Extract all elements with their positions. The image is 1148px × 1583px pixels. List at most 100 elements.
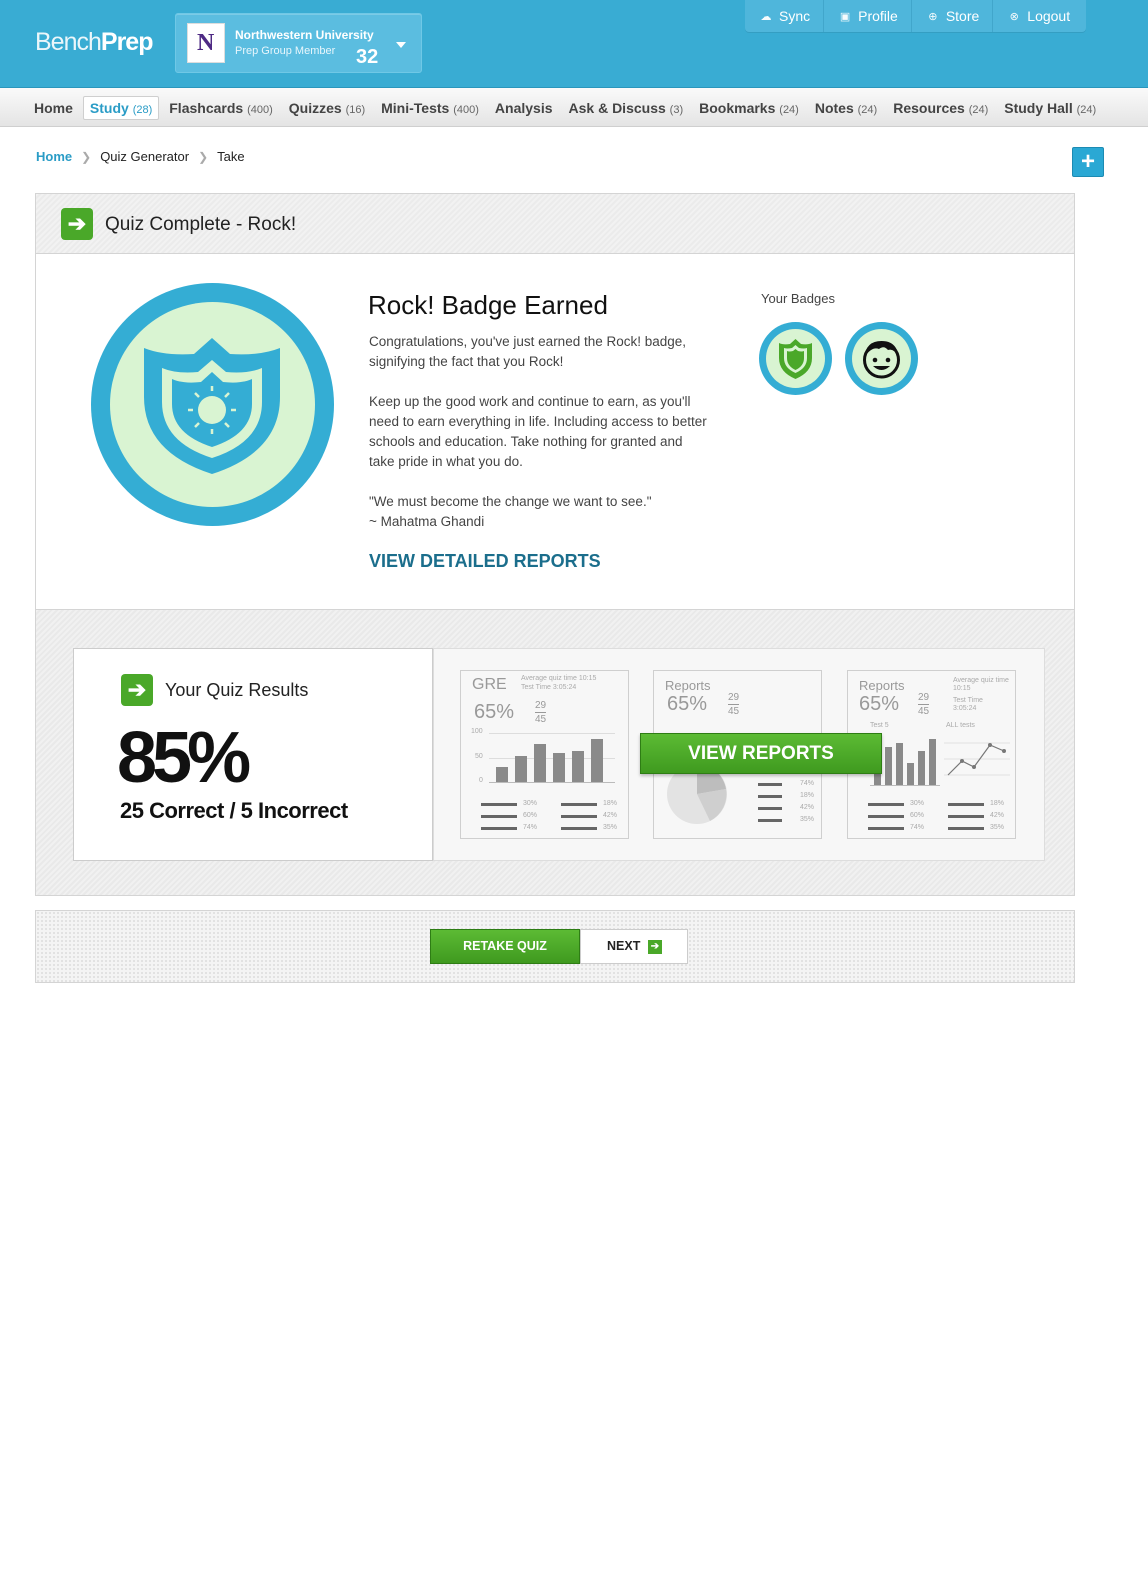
quiz-results-card: ➔ Your Quiz Results 85% 25 Correct / 5 I… <box>73 648 433 861</box>
nav-item-flashcards[interactable]: Flashcards (400) <box>163 97 279 119</box>
stat-bar <box>561 827 597 830</box>
chart-bar <box>553 753 565 782</box>
view-reports-button[interactable]: VIEW REPORTS <box>640 733 882 774</box>
stat-value: 30% <box>910 800 925 807</box>
stat-bar <box>481 815 517 818</box>
report-meta: Test Time 3:05:24 <box>521 684 577 691</box>
report-percent: 65% <box>667 693 708 715</box>
nav-item-study-hall[interactable]: Study Hall (24) <box>998 97 1102 119</box>
stat-value: 35% <box>990 824 1005 831</box>
nav-item-home[interactable]: Home <box>28 97 79 119</box>
report-title: Reports <box>665 678 711 693</box>
stat-bar <box>948 803 984 806</box>
chart-bar <box>885 747 892 785</box>
nav-item-mini-tests[interactable]: Mini-Tests (400) <box>375 97 485 119</box>
view-detailed-reports-link[interactable]: VIEW DETAILED REPORTS <box>369 551 601 572</box>
quiz-complete-panel: ➔ Quiz Complete - Rock! Rock! Badge Earn… <box>35 193 1075 896</box>
badge-quote-author: ~ Mahatma Ghandi <box>369 514 485 529</box>
chevron-down-icon[interactable] <box>396 42 406 48</box>
badge-shield[interactable] <box>759 322 832 395</box>
nav-item-notes[interactable]: Notes (24) <box>809 97 883 119</box>
stat-value: 35% <box>603 824 618 831</box>
nav-item-resources[interactable]: Resources (24) <box>887 97 994 119</box>
breadcrumb-quiz-generator[interactable]: Quiz Generator <box>100 149 189 164</box>
stat-value: 30% <box>523 800 538 807</box>
nav-item-ask-discuss[interactable]: Ask & Discuss (3) <box>563 97 690 119</box>
stat-value: 74% <box>523 824 538 831</box>
stat-bar <box>868 815 904 818</box>
next-button[interactable]: NEXT ➔ <box>580 929 688 964</box>
stat-value: 35% <box>800 816 815 823</box>
stat-value: 42% <box>603 812 618 819</box>
report-fraction: 29 45 <box>728 692 740 717</box>
profile-icon: ▣ <box>839 10 851 23</box>
badge-para-2: Keep up the good work and continue to ea… <box>369 394 707 469</box>
school-role: Prep Group Member <box>235 45 336 57</box>
report-thumbnail-gre: GRE Average quiz time 10:15 Test Time 3:… <box>460 670 629 839</box>
nav-item-analysis[interactable]: Analysis <box>489 97 559 119</box>
breadcrumb-home[interactable]: Home <box>36 149 72 164</box>
stat-value: 60% <box>523 812 538 819</box>
stat-bar <box>758 783 782 786</box>
shield-icon <box>779 339 812 379</box>
badge-description: Congratulations, you've just earned the … <box>369 332 709 532</box>
stat-bar <box>948 815 984 818</box>
header: BenchPrep N Northwestern University Prep… <box>0 0 1148 88</box>
report-fraction: 29 45 <box>535 700 547 725</box>
school-count: 32 <box>356 46 379 68</box>
stat-value: 18% <box>800 792 815 799</box>
badge-para-1: Congratulations, you've just earned the … <box>369 334 687 369</box>
stat-bar <box>758 819 782 822</box>
logout-button[interactable]: ⊗ Logout <box>993 0 1086 32</box>
report-meta: Average quiz time 10:15 <box>953 677 1009 692</box>
axis-tick: 0 <box>479 777 483 784</box>
chart-label: Test 5 <box>870 722 889 729</box>
report-percent: 65% <box>474 701 515 723</box>
school-selector[interactable]: N Northwestern University Prep Group Mem… <box>175 13 422 73</box>
shield-icon <box>144 338 280 474</box>
stat-value: 74% <box>800 780 815 787</box>
nav-item-bookmarks[interactable]: Bookmarks (24) <box>693 97 805 119</box>
breadcrumb-current: Take <box>217 149 245 164</box>
action-bar: RETAKE QUIZ NEXT ➔ <box>35 910 1075 983</box>
axis-tick: 100 <box>471 728 483 735</box>
chevron-right-icon: ❯ <box>81 149 92 164</box>
stat-bar <box>948 827 984 830</box>
report-meta: Average quiz time 10:15 <box>521 675 597 682</box>
chart-bar <box>918 751 925 785</box>
benchprep-logo[interactable]: BenchPrep <box>35 28 153 57</box>
report-title: GRE <box>472 676 507 693</box>
results-percent: 85% <box>117 718 251 798</box>
school-name: Northwestern University <box>235 28 374 42</box>
chevron-right-icon: ❯ <box>198 149 209 164</box>
badge-smiley[interactable] <box>845 322 918 395</box>
results-summary: 25 Correct / 5 Incorrect <box>120 798 348 823</box>
nav-item-quizzes[interactable]: Quizzes (16) <box>283 97 371 119</box>
chart-label: ALL tests <box>946 722 975 729</box>
rock-badge-image <box>91 283 334 526</box>
badge-quote: "We must become the change we want to se… <box>369 494 652 509</box>
stat-bar <box>481 827 517 830</box>
reports-preview: GRE Average quiz time 10:15 Test Time 3:… <box>433 648 1045 861</box>
arrow-right-icon: ➔ <box>61 208 93 240</box>
panel-title: Quiz Complete - Rock! <box>105 214 297 235</box>
stat-bar <box>758 795 782 798</box>
chart-bar <box>572 751 584 782</box>
retake-quiz-button[interactable]: RETAKE QUIZ <box>430 929 580 964</box>
arrow-right-icon: ➔ <box>121 674 153 706</box>
add-button[interactable]: + <box>1072 147 1104 177</box>
profile-button[interactable]: ▣ Profile <box>824 0 912 32</box>
panel-header: ➔ Quiz Complete - Rock! <box>36 194 1074 254</box>
chart-bar <box>515 756 527 782</box>
stat-bar <box>561 815 597 818</box>
store-button[interactable]: ⊕ Store <box>912 0 994 32</box>
stat-value: 18% <box>990 800 1005 807</box>
stat-value: 74% <box>910 824 925 831</box>
results-title: Your Quiz Results <box>165 680 309 700</box>
close-circle-icon: ⊗ <box>1009 10 1019 23</box>
report-fraction: 29 45 <box>918 692 930 717</box>
sync-button[interactable]: ☁ Sync <box>745 0 825 32</box>
line-chart <box>944 742 1010 776</box>
report-percent: 65% <box>859 693 900 715</box>
nav-item-study[interactable]: Study (28) <box>82 96 160 120</box>
